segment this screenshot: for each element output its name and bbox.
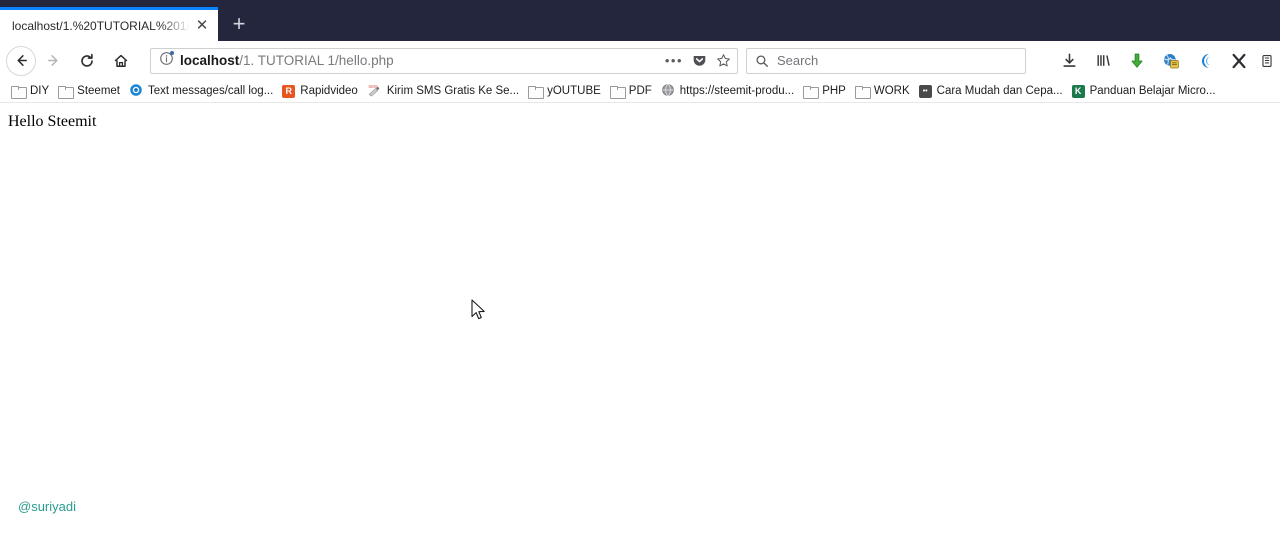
folder-icon	[528, 85, 545, 99]
url-host: localhost	[180, 53, 240, 68]
bookmark-label: Cara Mudah dan Cepa...	[936, 85, 1063, 97]
page-actions-menu-icon[interactable]: •••	[665, 54, 683, 67]
bookmarks-bar: DIY Steemet Text messages/call log... R …	[0, 80, 1280, 103]
bookmark-label: https://steemit-produ...	[679, 85, 795, 97]
page-heading: Hello Steemit	[8, 113, 97, 130]
bookmark-item[interactable]: SMS Kirim SMS Gratis Ke Se...	[364, 82, 525, 101]
idm-download-icon[interactable]	[1124, 47, 1150, 75]
blue-crescent-extension-icon[interactable]	[1192, 47, 1218, 75]
bookmark-label: yOUTUBE	[547, 85, 601, 97]
info-notification-dot	[170, 50, 174, 55]
folder-icon	[58, 85, 75, 99]
close-icon[interactable]: ✕	[192, 16, 212, 36]
watermark-author: @suriyadi	[18, 499, 76, 514]
bookmark-label: Rapidvideo	[300, 85, 358, 97]
bookmark-item[interactable]: yOUTUBE	[525, 83, 607, 99]
mouse-cursor	[471, 299, 487, 327]
x-extension-icon[interactable]	[1226, 47, 1252, 75]
back-arrow-icon	[16, 55, 27, 66]
home-icon	[114, 54, 128, 67]
globe-extension-icon[interactable]	[1158, 47, 1184, 75]
bookmark-label: Steemet	[77, 85, 120, 97]
rapidvideo-icon: R	[282, 84, 296, 98]
bookmark-item[interactable]: Text messages/call log...	[126, 82, 279, 101]
bookmark-label: PHP	[822, 85, 846, 97]
bookmark-item[interactable]: K Panduan Belajar Micro...	[1069, 83, 1222, 99]
bookmark-item[interactable]: https://steemit-produ...	[658, 82, 800, 101]
folder-icon	[854, 85, 871, 99]
bookmark-label: WORK	[873, 85, 910, 97]
search-bar[interactable]: Search	[746, 47, 1026, 74]
page-content: Hello Steemit @suriyadi	[0, 103, 1280, 547]
browser-titlebar: localhost/1.%20TUTORIAL%201/he ✕ +	[0, 0, 1280, 41]
bookmark-label: Text messages/call log...	[148, 85, 274, 97]
bookmark-item[interactable]: PHP	[800, 83, 852, 99]
reload-button[interactable]	[70, 46, 104, 76]
bookmark-label: Panduan Belajar Micro...	[1089, 85, 1216, 97]
bookmark-item[interactable]: R Rapidvideo	[279, 83, 364, 99]
folder-icon	[803, 85, 820, 99]
library-icon[interactable]	[1090, 47, 1116, 75]
sms-icon: SMS	[367, 83, 382, 100]
forward-arrow-icon	[47, 55, 58, 66]
browser-tab-active[interactable]: localhost/1.%20TUTORIAL%201/he ✕	[0, 7, 218, 41]
navigation-toolbar: localhost/1. TUTORIAL 1/hello.php ••• Se…	[0, 41, 1280, 80]
star-icon[interactable]	[716, 53, 731, 68]
url-path: /1. TUTORIAL 1/hello.php	[239, 53, 394, 68]
reload-icon	[81, 53, 93, 67]
folder-icon	[11, 85, 27, 99]
info-icon[interactable]	[159, 50, 174, 71]
bookmark-item[interactable]: DIY	[8, 83, 55, 99]
pocket-icon[interactable]	[692, 53, 707, 68]
bookmark-item[interactable]: WORK	[852, 83, 916, 99]
tab-title: localhost/1.%20TUTORIAL%201/he	[12, 18, 192, 33]
back-button[interactable]	[6, 45, 36, 76]
bookmark-label: Kirim SMS Gratis Ke Se...	[386, 85, 520, 97]
bookmark-item[interactable]: PDF	[607, 83, 658, 99]
address-bar-actions: •••	[659, 53, 731, 68]
bookmark-label: PDF	[628, 85, 652, 97]
toolbar-icon-group	[1046, 47, 1274, 75]
green-site-icon: K	[1071, 84, 1085, 98]
search-icon	[756, 54, 768, 67]
folder-icon	[609, 85, 626, 99]
bookmark-label: DIY	[30, 85, 50, 97]
new-tab-button[interactable]: +	[222, 7, 256, 41]
globe-icon	[661, 83, 675, 100]
address-bar[interactable]: localhost/1. TUTORIAL 1/hello.php •••	[150, 47, 738, 74]
search-input-placeholder[interactable]: Search	[777, 53, 818, 68]
forward-button[interactable]	[36, 46, 70, 76]
dark-site-icon: ••	[918, 84, 932, 98]
blue-circle-icon	[129, 83, 143, 100]
reader-view-icon[interactable]	[1260, 47, 1274, 75]
downloads-icon[interactable]	[1056, 47, 1082, 75]
bookmark-item[interactable]: Steemet	[55, 83, 126, 99]
home-button[interactable]	[104, 46, 138, 76]
bookmark-item[interactable]: •• Cara Mudah dan Cepa...	[916, 83, 1069, 99]
address-bar-text: localhost/1. TUTORIAL 1/hello.php	[174, 53, 659, 68]
